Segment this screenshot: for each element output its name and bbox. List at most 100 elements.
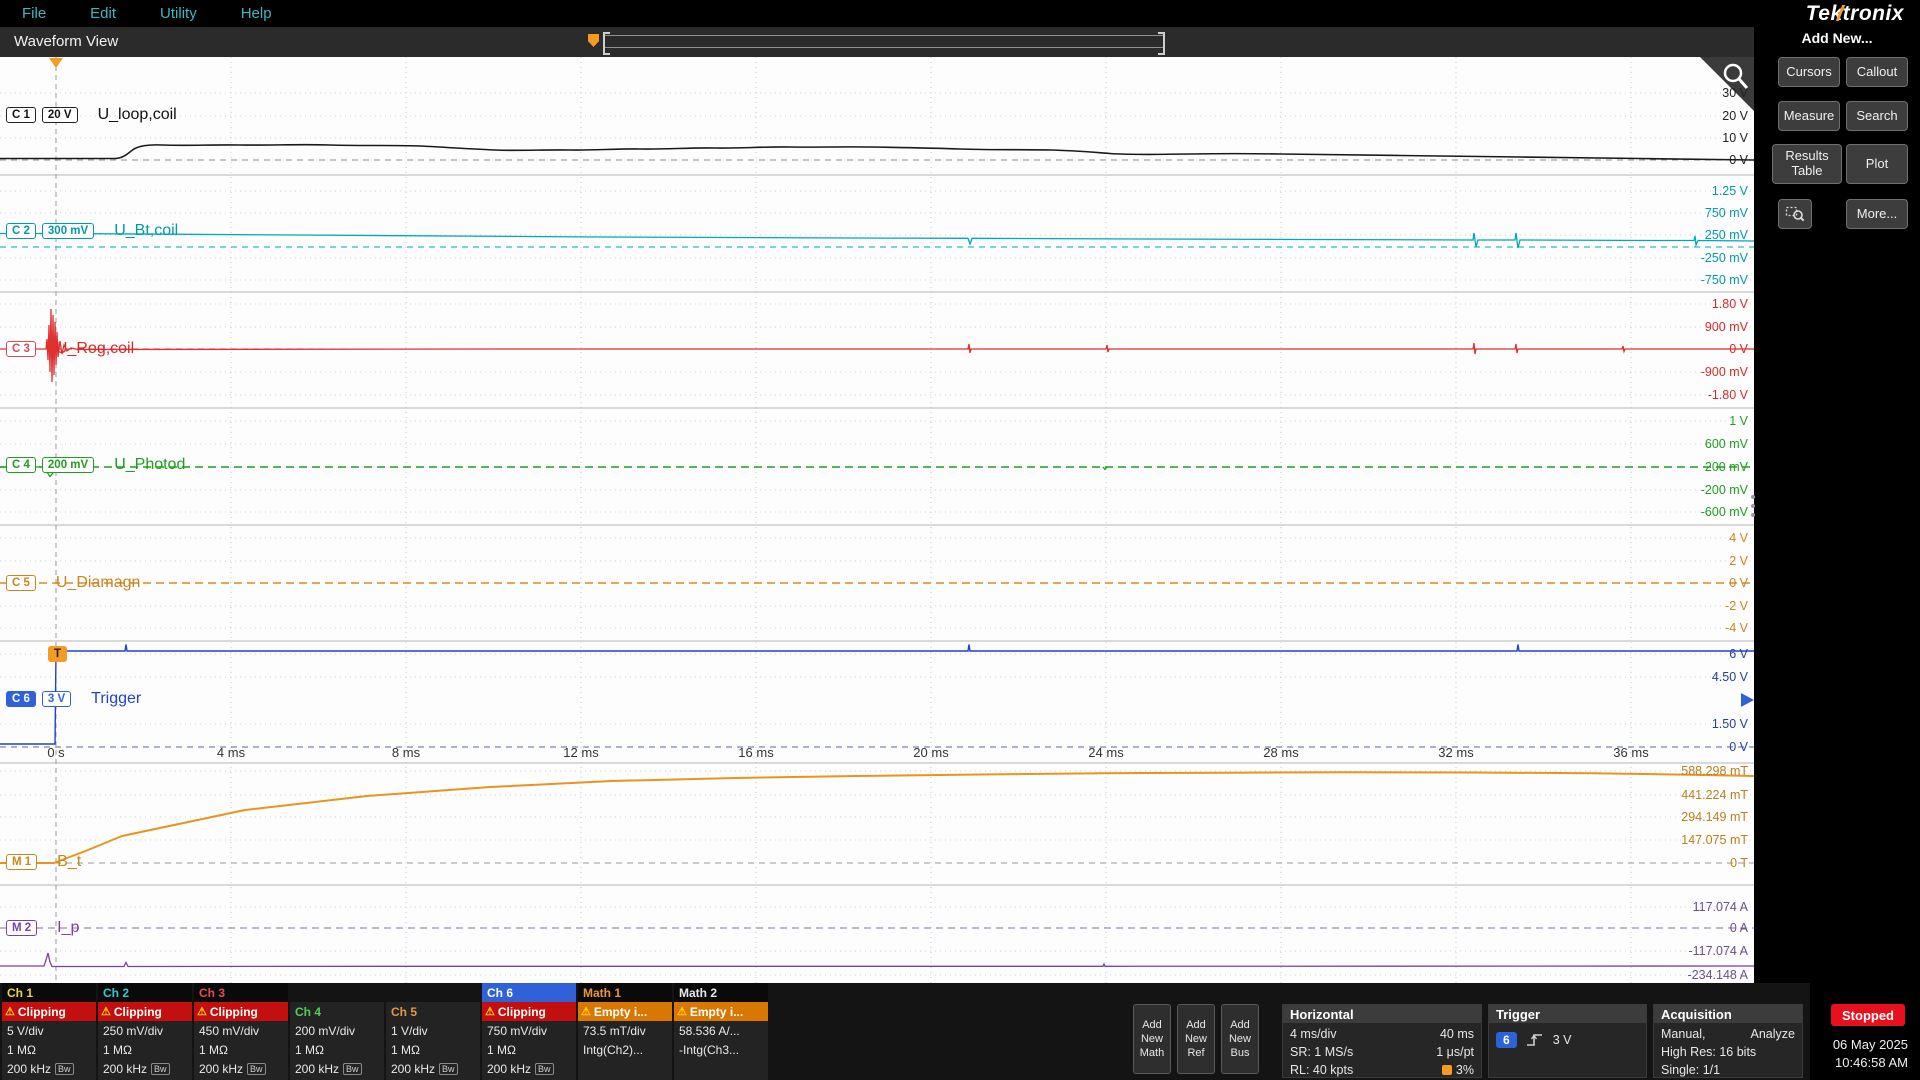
menu-file[interactable]: File xyxy=(22,5,46,22)
channel-row-ch5[interactable]: C 5 U_Diamagn xyxy=(6,574,140,592)
ch5-waveform-name[interactable]: U_Diamagn xyxy=(56,574,140,592)
ch6-waveform-name[interactable]: Trigger xyxy=(91,690,141,708)
right-control-panel: Add New... Cursors Callout Measure Searc… xyxy=(1754,27,1920,983)
record-view-minimap[interactable] xyxy=(604,35,1164,48)
menu-help[interactable]: Help xyxy=(241,5,272,22)
channel-row-ch3[interactable]: C 3 U_Rog,coil xyxy=(6,340,134,358)
ch4-scale-labels: 1 V 600 mV 200 mV -200 mV -600 mV xyxy=(1701,414,1749,519)
ch6-tab[interactable]: Ch 6 xyxy=(482,983,576,1002)
ch1-badge[interactable]: C 1 xyxy=(6,107,36,123)
math1-badge[interactable]: M 1 xyxy=(6,854,37,870)
ch6-badge[interactable]: C 6 xyxy=(6,691,36,707)
math2-badge[interactable]: M 2 xyxy=(6,920,37,936)
channel-row-math2[interactable]: M 2 I_p xyxy=(6,919,79,937)
more-button[interactable]: More... xyxy=(1846,199,1908,229)
ch1-waveform-name[interactable]: U_loop,coil xyxy=(98,106,177,124)
cursors-button[interactable]: Cursors xyxy=(1778,57,1840,87)
rising-edge-icon xyxy=(1526,1033,1544,1047)
measure-button[interactable]: Measure xyxy=(1778,101,1840,131)
add-new-bus-line1: Add xyxy=(1230,1018,1250,1032)
ch1-scale-badge[interactable]: 20 V xyxy=(42,107,78,123)
search-button[interactable]: Search xyxy=(1846,101,1908,131)
channel-badge-ch5[interactable]: Ch 5 1 V/div 1 MΩ 200 kHz Bw xyxy=(386,983,480,1080)
scale-label: 0 T xyxy=(1730,856,1748,870)
add-new-ref-button[interactable]: Add New Ref xyxy=(1177,1004,1215,1074)
math2-scale-labels: 117.074 A 0 A -117.074 A -234.148 A xyxy=(1688,900,1749,982)
trace-i-p[interactable] xyxy=(0,953,1754,967)
add-new-ref-line3: Ref xyxy=(1187,1046,1204,1060)
channel-badge-ch1[interactable]: Ch 1 ⚠ Clipping 5 V/div 1 MΩ 200 kHz Bw xyxy=(2,983,96,1080)
waveform-graticule[interactable]: 30 V 20 V 10 V 0 V 1.25 V 750 mV 250 mV … xyxy=(0,57,1754,983)
minimap-left-bracket[interactable] xyxy=(603,32,610,55)
results-table-button[interactable]: Results Table xyxy=(1772,144,1842,184)
trigger-source-badge[interactable]: 6 xyxy=(1496,1032,1517,1048)
ch4-bandwidth: 200 kHz Bw xyxy=(290,1059,384,1078)
math1-waveform-name[interactable]: B_t xyxy=(57,853,81,871)
plot-button[interactable]: Plot xyxy=(1846,144,1908,184)
channel-badge-ch4[interactable]: Ch 4 200 mV/div 1 MΩ 200 kHz Bw xyxy=(290,983,384,1080)
horizontal-settings-badge[interactable]: Horizontal 4 ms/div 40 ms SR: 1 MS/s 1 μ… xyxy=(1282,1004,1482,1078)
minimap-right-bracket[interactable] xyxy=(1158,32,1165,55)
waveform-svg[interactable]: 30 V 20 V 10 V 0 V 1.25 V 750 mV 250 mV … xyxy=(0,57,1754,983)
math2-waveform-name[interactable]: I_p xyxy=(57,919,79,937)
menu-edit[interactable]: Edit xyxy=(90,5,116,22)
ch3-badge[interactable]: C 3 xyxy=(6,341,36,357)
channel-row-ch1[interactable]: C 1 20 V U_loop,coil xyxy=(6,106,177,124)
channel-row-math1[interactable]: M 1 B_t xyxy=(6,853,81,871)
trigger-source-row[interactable]: T xyxy=(48,645,67,663)
scale-label: 441.224 mT xyxy=(1681,788,1748,802)
menu-utility[interactable]: Utility xyxy=(160,5,197,22)
ch5-bandwidth: 200 kHz Bw xyxy=(386,1059,480,1078)
trace-u-rog-coil[interactable] xyxy=(0,309,1754,382)
trigger-level-indicator[interactable] xyxy=(1741,693,1754,707)
ch4-waveform-name[interactable]: U_Photod xyxy=(114,456,185,474)
add-new-bus-button[interactable]: Add New Bus xyxy=(1221,1004,1259,1074)
math2-tab[interactable]: Math 2 xyxy=(674,983,768,1002)
add-new-math-button[interactable]: Add New Math xyxy=(1133,1004,1171,1074)
time-label: 8 ms xyxy=(392,745,421,760)
ch4-badge[interactable]: C 4 xyxy=(6,457,36,473)
channel-row-ch2[interactable]: C 2 300 mV U_Bt,coil xyxy=(6,222,178,240)
ch2-tab[interactable]: Ch 2 xyxy=(98,983,192,1002)
trigger-settings-badge[interactable]: Trigger 6 3 V xyxy=(1488,1004,1647,1078)
run-stop-status-button[interactable]: Stopped xyxy=(1831,1004,1905,1026)
math1-badge-column[interactable]: Math 1 ⚠ Empty i... 73.5 mT/div Intg(Ch2… xyxy=(578,983,672,1080)
ch2-waveform-name[interactable]: U_Bt,coil xyxy=(114,222,178,240)
ch5-name[interactable]: Ch 5 xyxy=(386,1002,480,1021)
trace-u-loop-coil[interactable] xyxy=(0,145,1754,160)
channel-row-ch4[interactable]: C 4 200 mV U_Photod xyxy=(6,456,185,474)
add-new-bus-line3: Bus xyxy=(1231,1046,1250,1060)
ch6-scale-badge[interactable]: 3 V xyxy=(42,691,71,707)
trace-trigger[interactable] xyxy=(0,645,1754,745)
scale-label: 30 V xyxy=(1722,86,1748,100)
channel-badge-ch6[interactable]: Ch 6 ⚠ Clipping 750 mV/div 1 MΩ 200 kHz … xyxy=(482,983,576,1080)
panel-splitter-handle[interactable] xyxy=(1749,495,1757,517)
acquisition-settings-badge[interactable]: Acquisition Manual, Analyze High Res: 16… xyxy=(1653,1004,1803,1078)
ch5-tab-spacer xyxy=(386,983,480,1002)
channel-row-ch6[interactable]: C 6 3 V Trigger xyxy=(6,690,141,708)
trigger-badge[interactable]: T xyxy=(48,646,67,662)
ch4-scale-badge[interactable]: 200 mV xyxy=(42,457,94,473)
ch3-waveform-name[interactable]: U_Rog,coil xyxy=(56,340,134,358)
ch1-tab[interactable]: Ch 1 xyxy=(2,983,96,1002)
ch2-vertical-scale: 250 mV/div xyxy=(98,1021,192,1040)
ch2-badge[interactable]: C 2 xyxy=(6,223,36,239)
trace-b-t[interactable] xyxy=(0,772,1754,863)
channel-badge-ch3[interactable]: Ch 3 ⚠ Clipping 450 mV/div 1 MΩ 200 kHz … xyxy=(194,983,288,1080)
callout-button[interactable]: Callout xyxy=(1846,57,1908,87)
ch2-impedance: 1 MΩ xyxy=(98,1040,192,1059)
ch2-scale-badge[interactable]: 300 mV xyxy=(42,223,94,239)
ch4-name[interactable]: Ch 4 xyxy=(290,1002,384,1021)
scale-label: -234.148 A xyxy=(1688,968,1749,982)
zoom-box-button[interactable] xyxy=(1778,199,1812,229)
ch3-tab[interactable]: Ch 3 xyxy=(194,983,288,1002)
zoom-overlay-button[interactable] xyxy=(1700,57,1754,111)
ch3-clipping-warning: ⚠ Clipping xyxy=(194,1002,288,1021)
trigger-position-marker[interactable] xyxy=(49,58,63,68)
math1-tab[interactable]: Math 1 xyxy=(578,983,672,1002)
ch5-badge[interactable]: C 5 xyxy=(6,575,36,591)
math2-badge-column[interactable]: Math 2 ⚠ Empty i... 58.536 A/... -Intg(C… xyxy=(674,983,768,1080)
math2-scale: 58.536 A/... xyxy=(674,1021,768,1040)
channel-badge-ch2[interactable]: Ch 2 ⚠ Clipping 250 mV/div 1 MΩ 200 kHz … xyxy=(98,983,192,1080)
add-new-math-line1: Add xyxy=(1142,1018,1162,1032)
